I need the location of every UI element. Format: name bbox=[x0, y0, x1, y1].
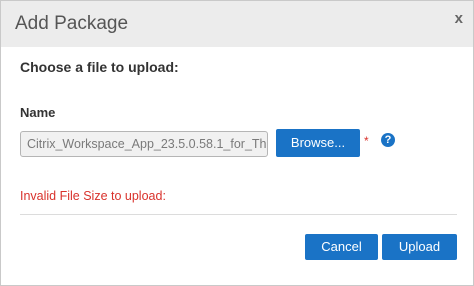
upload-button[interactable]: Upload bbox=[382, 234, 457, 260]
browse-button[interactable]: Browse... bbox=[276, 129, 360, 157]
required-marker: * bbox=[364, 134, 369, 148]
error-message: Invalid File Size to upload: bbox=[20, 189, 166, 203]
add-package-dialog: Add Package x Choose a file to upload: N… bbox=[0, 0, 474, 286]
footer-divider bbox=[20, 214, 457, 215]
cancel-button[interactable]: Cancel bbox=[305, 234, 378, 260]
dialog-title: Add Package bbox=[15, 13, 129, 34]
file-name-field[interactable]: Citrix_Workspace_App_23.5.0.58.1_for_Thi… bbox=[20, 131, 268, 157]
name-label: Name bbox=[20, 105, 56, 120]
choose-file-heading: Choose a file to upload: bbox=[20, 59, 179, 75]
dialog-header: Add Package x bbox=[1, 1, 473, 47]
help-icon[interactable]: ? bbox=[381, 133, 395, 147]
close-icon[interactable]: x bbox=[455, 10, 463, 27]
